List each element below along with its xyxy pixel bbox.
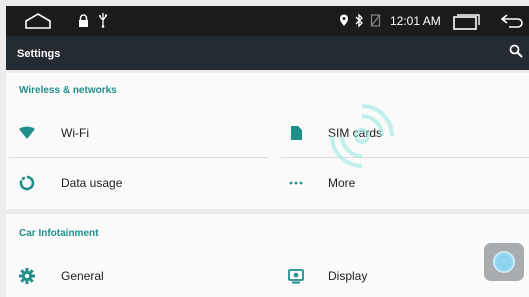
no-signal-icon xyxy=(370,14,381,27)
watermark-logo xyxy=(330,104,394,168)
sim-card-icon xyxy=(291,126,302,140)
recents-icon[interactable] xyxy=(452,13,480,30)
location-icon xyxy=(340,14,348,26)
bluetooth-icon xyxy=(355,13,363,28)
gear-icon xyxy=(19,268,35,284)
usb-icon xyxy=(99,13,107,28)
settings-item-label: Data usage xyxy=(61,176,123,190)
search-icon[interactable] xyxy=(509,44,523,58)
assistive-dot-icon xyxy=(493,251,515,273)
settings-item-label: Wi-Fi xyxy=(61,126,89,140)
section-header: Wireless & networks xyxy=(19,85,117,96)
wifi-icon xyxy=(19,126,35,139)
floating-assistive-button[interactable] xyxy=(484,243,524,281)
more-icon xyxy=(289,181,303,185)
data-usage-icon xyxy=(19,175,35,191)
section-header: Car Infotainment xyxy=(19,228,99,239)
page-title: Settings xyxy=(17,48,61,60)
app-toolbar: Settings xyxy=(6,36,529,70)
settings-item-wifi[interactable]: Wi-Fi xyxy=(6,108,268,158)
status-bar: 12:01 AM xyxy=(6,6,529,36)
settings-item-data-usage[interactable]: Data usage xyxy=(6,158,268,208)
display-icon xyxy=(288,269,304,284)
settings-item-label: Display xyxy=(328,269,368,283)
settings-item-general[interactable]: General xyxy=(6,251,268,297)
home-icon[interactable] xyxy=(24,12,52,30)
section-car-infotainment: Car Infotainment General Display xyxy=(6,214,529,297)
lock-icon xyxy=(79,14,88,27)
settings-item-label: General xyxy=(61,269,104,283)
clock-time: 12:01 AM xyxy=(390,14,441,28)
back-icon[interactable] xyxy=(499,12,525,30)
section-wireless-networks: Wireless & networks Wi-Fi SIM cards Data… xyxy=(6,73,529,209)
